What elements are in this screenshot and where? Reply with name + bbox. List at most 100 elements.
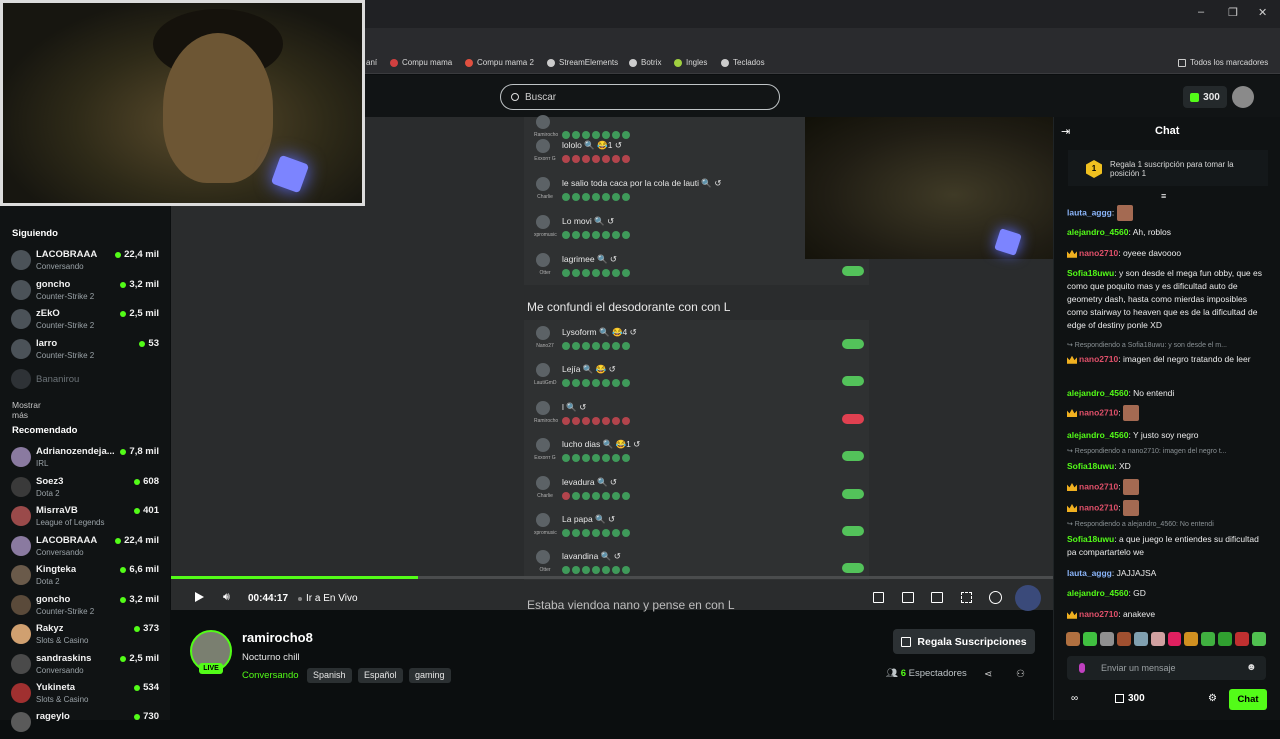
chat-input[interactable]: Enviar un mensaje ☻ xyxy=(1067,656,1266,680)
follow-user-icon[interactable]: ⚇ xyxy=(1016,669,1025,680)
emote-icon[interactable] xyxy=(1235,632,1250,646)
emote-icon[interactable] xyxy=(1150,632,1165,646)
chat-username[interactable]: Sofia18uwu xyxy=(1067,461,1114,471)
fullscreen-icon[interactable] xyxy=(961,592,972,603)
mic-icon[interactable] xyxy=(1079,663,1085,673)
search-icon xyxy=(511,93,519,101)
gift-subs-button[interactable]: Regala Suscripciones xyxy=(893,629,1035,654)
chat-username[interactable]: nano2710 xyxy=(1079,481,1118,491)
sidebar-item-recommended[interactable]: Soez3 Dota 2 608 xyxy=(0,474,170,504)
bookmark-item[interactable]: Ingles xyxy=(674,58,707,67)
poll-toggle xyxy=(842,339,864,349)
sidebar-item-following[interactable]: Bananirou xyxy=(0,366,170,396)
emote-icon[interactable] xyxy=(1099,632,1114,646)
close-icon[interactable]: ✕ xyxy=(1258,6,1267,19)
poll-dots xyxy=(562,269,630,277)
chat-username[interactable]: lauta_aggg xyxy=(1067,568,1112,578)
sidebar-item-recommended[interactable]: goncho Counter-Strike 2 3,2 mil xyxy=(0,592,170,622)
sidebar-item-recommended[interactable]: LACOBRAAA Conversando 22,4 mil xyxy=(0,533,170,563)
channel-name: goncho xyxy=(36,279,71,290)
bookmark-item[interactable]: Compu mama xyxy=(390,58,452,67)
chat-reply-context: ↪ Respondiendo a nano2710: imagen del ne… xyxy=(1067,448,1227,455)
pinned-toggle-icon[interactable]: ≡ xyxy=(1161,191,1166,201)
chat-username[interactable]: nano2710 xyxy=(1079,407,1118,417)
viewer-count: 22,4 mil xyxy=(115,249,159,260)
bookmark-item[interactable]: StreamElements xyxy=(547,58,618,67)
poll-dot xyxy=(622,155,630,163)
stream-tag[interactable]: Spanish xyxy=(307,668,352,683)
chat-text: No entendi xyxy=(1133,388,1175,398)
emote-icon[interactable] xyxy=(1201,632,1216,646)
chat-username[interactable]: nano2710 xyxy=(1079,609,1118,619)
all-bookmarks[interactable]: Todos los marcadores xyxy=(1178,58,1268,67)
chat-username[interactable]: nano2710 xyxy=(1079,502,1118,512)
viewer-count-value: 608 xyxy=(143,476,159,487)
chat-username[interactable]: alejandro_4560 xyxy=(1067,227,1128,237)
volume-icon[interactable]: 🔊︎ xyxy=(223,591,230,604)
emote-icon[interactable] xyxy=(1252,632,1267,646)
sidebar-item-following[interactable]: LACOBRAAA Conversando 22,4 mil xyxy=(0,247,170,277)
channel-category: IRL xyxy=(36,459,49,468)
chat-username[interactable]: Sofia18uwu xyxy=(1067,268,1114,278)
user-avatar[interactable] xyxy=(1232,86,1254,108)
bookmark-item[interactable]: Compu mama 2 xyxy=(465,58,534,67)
emote-icon[interactable] xyxy=(1133,632,1148,646)
share-icon[interactable]: ⋖ xyxy=(984,669,992,680)
chat-username[interactable]: nano2710 xyxy=(1079,354,1118,364)
play-icon[interactable] xyxy=(195,592,204,602)
emote-icon[interactable] xyxy=(1116,632,1131,646)
sidebar-item-following[interactable]: zEkO Counter-Strike 2 2,5 mil xyxy=(0,306,170,336)
sidebar-item-recommended[interactable]: Rakyz Slots & Casino 373 xyxy=(0,621,170,651)
emote-icon[interactable] xyxy=(1218,632,1233,646)
stream-category[interactable]: Conversando xyxy=(242,670,299,681)
points-button[interactable]: 300 xyxy=(1183,86,1227,108)
settings-icon[interactable] xyxy=(1015,585,1041,611)
poll-dots xyxy=(562,566,630,574)
collapse-chat-icon[interactable]: ⇥ xyxy=(1061,125,1070,138)
stream-tag[interactable]: Español xyxy=(358,668,403,683)
clip-icon[interactable] xyxy=(902,592,914,603)
chat-points[interactable]: 300 xyxy=(1115,693,1145,704)
sidebar-item-recommended[interactable]: rageylo 730 xyxy=(0,709,170,739)
sidebar-item-recommended[interactable]: Yukineta Slots & Casino 534 xyxy=(0,680,170,710)
sidebar-item-following[interactable]: larro Counter-Strike 2 53 xyxy=(0,336,170,366)
search-input[interactable]: Buscar xyxy=(500,84,780,110)
settings-shortcut-icon[interactable]: ∞ xyxy=(1071,693,1078,704)
emote-icon[interactable] xyxy=(1184,632,1199,646)
emote-icon[interactable] xyxy=(1082,632,1097,646)
gift-leaderboard-banner[interactable]: 1 Regala 1 suscripción para tomar la pos… xyxy=(1068,150,1268,186)
streamer-name[interactable]: ramirocho8 xyxy=(242,630,313,645)
webcam-overlay xyxy=(0,0,365,206)
go-live-button[interactable]: Ir a En Vivo xyxy=(298,593,358,604)
emote-icon[interactable] xyxy=(1167,632,1182,646)
sidebar-item-recommended[interactable]: Kingteka Dota 2 6,6 mil xyxy=(0,562,170,592)
chat-username[interactable]: Sofia18uwu xyxy=(1067,534,1114,544)
emoji-icon[interactable]: ☻ xyxy=(1246,662,1257,673)
bookmark-item[interactable]: Teclados xyxy=(721,58,765,67)
sidebar-item-recommended[interactable]: Adrianozendeja... IRL 7,8 mil xyxy=(0,444,170,474)
chat-username[interactable]: nano2710 xyxy=(1079,248,1118,258)
bookmark-item[interactable]: aní xyxy=(366,58,377,67)
stream-tag[interactable]: gaming xyxy=(409,668,451,683)
sidebar-item-recommended[interactable]: sandraskins Conversando 2,5 mil xyxy=(0,651,170,681)
bookmark-item[interactable]: Botrix xyxy=(629,58,661,67)
emote-icon[interactable] xyxy=(1066,632,1080,646)
speed-icon[interactable] xyxy=(989,591,1002,604)
poll-dot xyxy=(612,193,620,201)
chat-username[interactable]: alejandro_4560 xyxy=(1067,388,1128,398)
minimize-icon[interactable]: – xyxy=(1198,6,1204,18)
following-heading: Siguiendo xyxy=(12,228,58,239)
sidebar-item-following[interactable]: goncho Counter-Strike 2 3,2 mil xyxy=(0,277,170,307)
chat-username[interactable]: lauta_aggg xyxy=(1067,207,1112,217)
chat-username[interactable]: alejandro_4560 xyxy=(1067,430,1128,440)
miniplayer-icon[interactable] xyxy=(873,592,884,603)
chat-username[interactable]: alejandro_4560 xyxy=(1067,588,1128,598)
restore-icon[interactable]: ❐ xyxy=(1228,6,1238,19)
sidebar-item-recommended[interactable]: MisrraVB League of Legends 401 xyxy=(0,503,170,533)
chat-send-button[interactable]: Chat xyxy=(1229,689,1267,710)
theater-icon[interactable] xyxy=(931,592,943,603)
poll-toggle xyxy=(842,489,864,499)
chat-settings-icon[interactable]: ⚙ xyxy=(1208,693,1217,704)
channel-category: Conversando xyxy=(36,548,84,557)
show-more-link[interactable]: Mostrar más xyxy=(12,400,41,420)
